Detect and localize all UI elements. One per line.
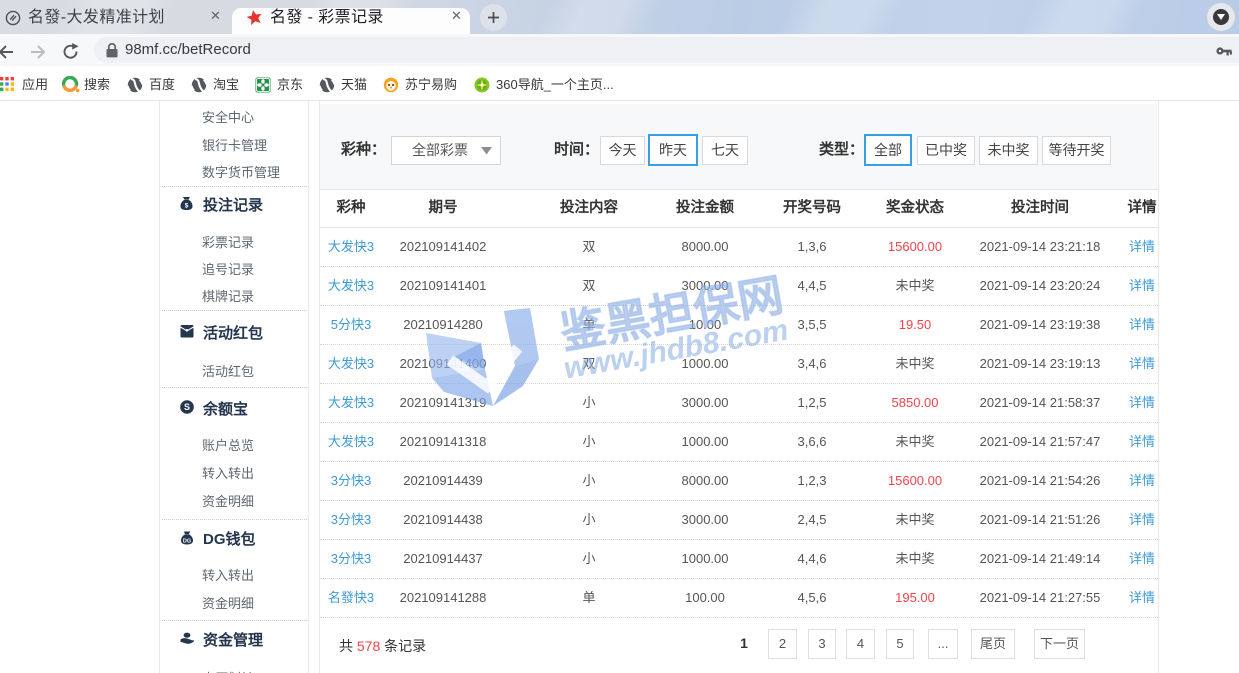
svg-text:$: $ [185,202,189,209]
svg-text:S: S [184,402,190,412]
svg-text:DG: DG [183,538,191,544]
